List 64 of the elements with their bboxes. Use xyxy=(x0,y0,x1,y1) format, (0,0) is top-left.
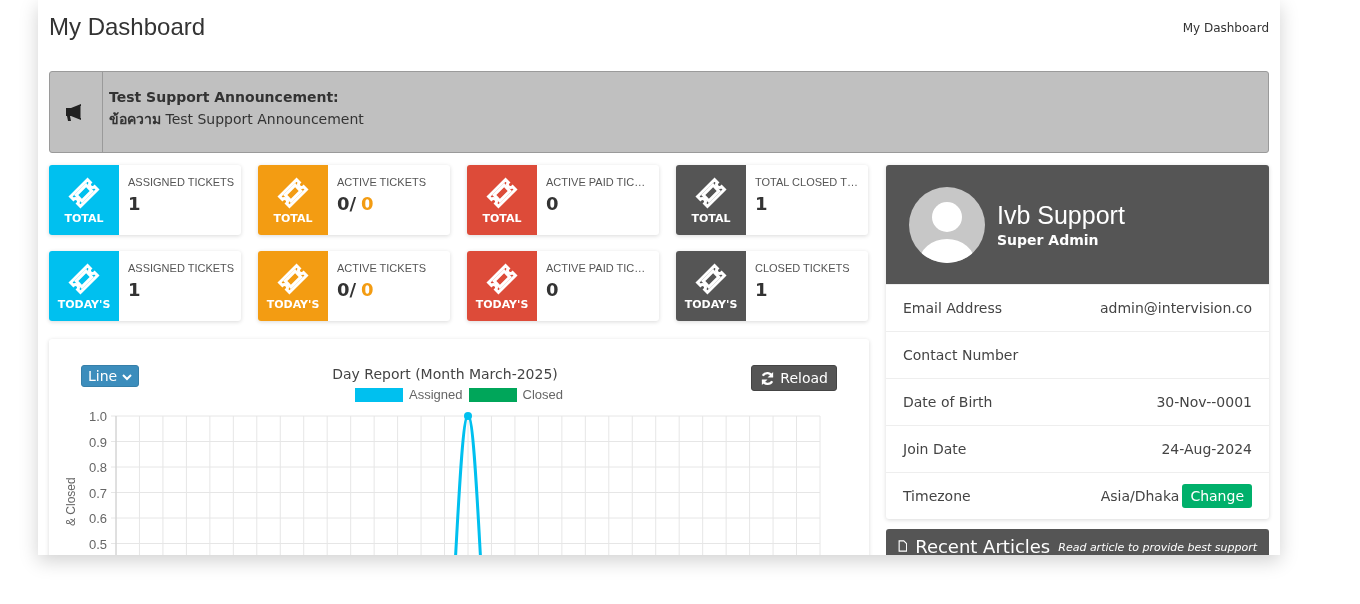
field-value: Asia/Dhaka xyxy=(1100,488,1180,504)
stat-label: ACTIVE PAID TIC… xyxy=(546,176,646,188)
field-value: 30-Nov--0001 xyxy=(1156,394,1252,410)
stat-icon-tile: TOTAL xyxy=(258,165,328,235)
ticket-icon xyxy=(485,175,519,210)
stat-value: 0/ 0 xyxy=(337,279,375,300)
stat-value: 1 xyxy=(755,193,769,214)
tick-label: 0.6 xyxy=(88,511,107,526)
ticket-icon xyxy=(276,261,310,296)
stat-icon-tile: TODAY'S xyxy=(467,251,537,321)
stat-label: ACTIVE TICKETS xyxy=(337,262,427,274)
field-label: Join Date xyxy=(903,441,967,457)
ticket-icon xyxy=(67,261,101,296)
reload-button[interactable]: Reload xyxy=(751,365,837,391)
legend-label[interactable]: Assigned xyxy=(409,387,463,402)
announcement-text: ข้อความ Test Support Announcement xyxy=(109,110,364,129)
stat-label: TOTAL CLOSED T… xyxy=(755,176,858,188)
stat-value: 0 xyxy=(546,279,560,300)
stat-label: ACTIVE PAID TIC… xyxy=(546,262,646,274)
page-title: My Dashboard xyxy=(49,13,206,41)
stat-icon-tile: TODAY'S xyxy=(258,251,328,321)
stat-label: ASSIGNED TICKETS xyxy=(128,176,232,188)
stat-label: CLOSED TICKETS xyxy=(755,262,850,274)
caret-icon xyxy=(121,373,132,381)
breadcrumb[interactable]: My Dashboard xyxy=(1182,21,1269,35)
chart-title: Day Report (Month March-2025) xyxy=(332,366,558,382)
reload-icon xyxy=(760,370,776,386)
stat-value: 0/ 0 xyxy=(337,193,375,214)
articles-title: Recent Articles xyxy=(915,536,1051,555)
ticket-icon xyxy=(694,261,728,296)
stat-value: 1 xyxy=(755,279,769,300)
stat-label: ACTIVE TICKETS xyxy=(337,176,427,188)
tick-label: 0.8 xyxy=(88,460,107,475)
legend-label[interactable]: Closed xyxy=(522,387,563,402)
axis-label: & Closed xyxy=(64,477,78,526)
stat-value: 1 xyxy=(128,279,142,300)
stat-icon-tile: TOTAL xyxy=(49,165,119,235)
articles-subtitle: Read article to provide best support xyxy=(1058,541,1257,554)
field-label: Timezone xyxy=(903,488,971,504)
announcement-title: Test Support Announcement: xyxy=(109,88,340,107)
tick-label: 0.5 xyxy=(88,536,107,552)
ticket-icon xyxy=(485,261,519,296)
chart-type-dropdown[interactable]: Line xyxy=(81,365,139,387)
field-label: Contact Number xyxy=(903,347,1019,363)
stat-icon-tile: TOTAL xyxy=(467,165,537,235)
ticket-icon xyxy=(67,175,101,210)
field-label: Email Address xyxy=(903,300,1003,316)
profile-role: Super Admin xyxy=(997,232,1100,248)
stat-icon-tile: TODAY'S xyxy=(676,251,746,321)
stat-value: 1 xyxy=(128,193,142,214)
stat-label: ASSIGNED TICKETS xyxy=(128,262,232,274)
ticket-icon xyxy=(276,175,310,210)
stat-value: 0 xyxy=(546,193,560,214)
stat-icon-tile: TOTAL xyxy=(676,165,746,235)
field-value: 24-Aug-2024 xyxy=(1161,441,1252,457)
tick-label: 1.0 xyxy=(88,409,107,424)
tick-label: 0.7 xyxy=(88,485,107,501)
tick-label: 0.9 xyxy=(88,434,107,450)
data-point xyxy=(464,412,472,420)
ticket-icon xyxy=(694,175,728,210)
profile-name: Ivb Support xyxy=(997,201,1125,230)
stat-icon-tile: TODAY'S xyxy=(49,251,119,321)
field-value: admin@intervision.co xyxy=(1100,300,1252,316)
field-label: Date of Birth xyxy=(903,394,993,410)
